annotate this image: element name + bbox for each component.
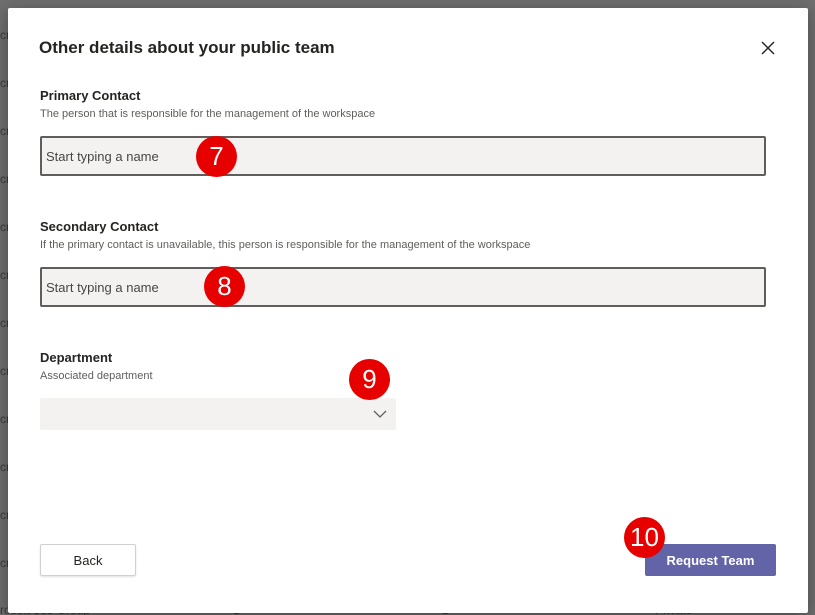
secondary-contact-input[interactable]	[42, 269, 764, 305]
secondary-contact-label: Secondary Contact	[40, 219, 159, 234]
secondary-contact-description: If the primary contact is unavailable, t…	[40, 239, 531, 251]
team-details-dialog: Other details about your public team Pri…	[8, 8, 808, 613]
department-dropdown[interactable]	[40, 398, 396, 430]
department-description: Associated department	[40, 370, 153, 382]
step-marker-8: 8	[204, 266, 245, 307]
department-label: Department	[40, 350, 113, 365]
primary-contact-label: Primary Contact	[40, 88, 141, 103]
close-icon	[761, 41, 775, 55]
back-button[interactable]: Back	[40, 544, 136, 576]
primary-contact-description: The person that is responsible for the m…	[40, 108, 376, 120]
dialog-title: Other details about your public team	[39, 38, 335, 57]
primary-contact-field	[40, 136, 766, 176]
step-marker-9: 9	[349, 359, 390, 400]
primary-contact-input[interactable]	[42, 138, 764, 174]
secondary-contact-field	[40, 267, 766, 307]
chevron-down-icon	[373, 410, 387, 418]
step-marker-10: 10	[624, 517, 665, 558]
step-marker-7: 7	[196, 136, 237, 177]
request-team-button[interactable]: Request Team	[645, 544, 776, 576]
close-button[interactable]	[758, 38, 778, 58]
